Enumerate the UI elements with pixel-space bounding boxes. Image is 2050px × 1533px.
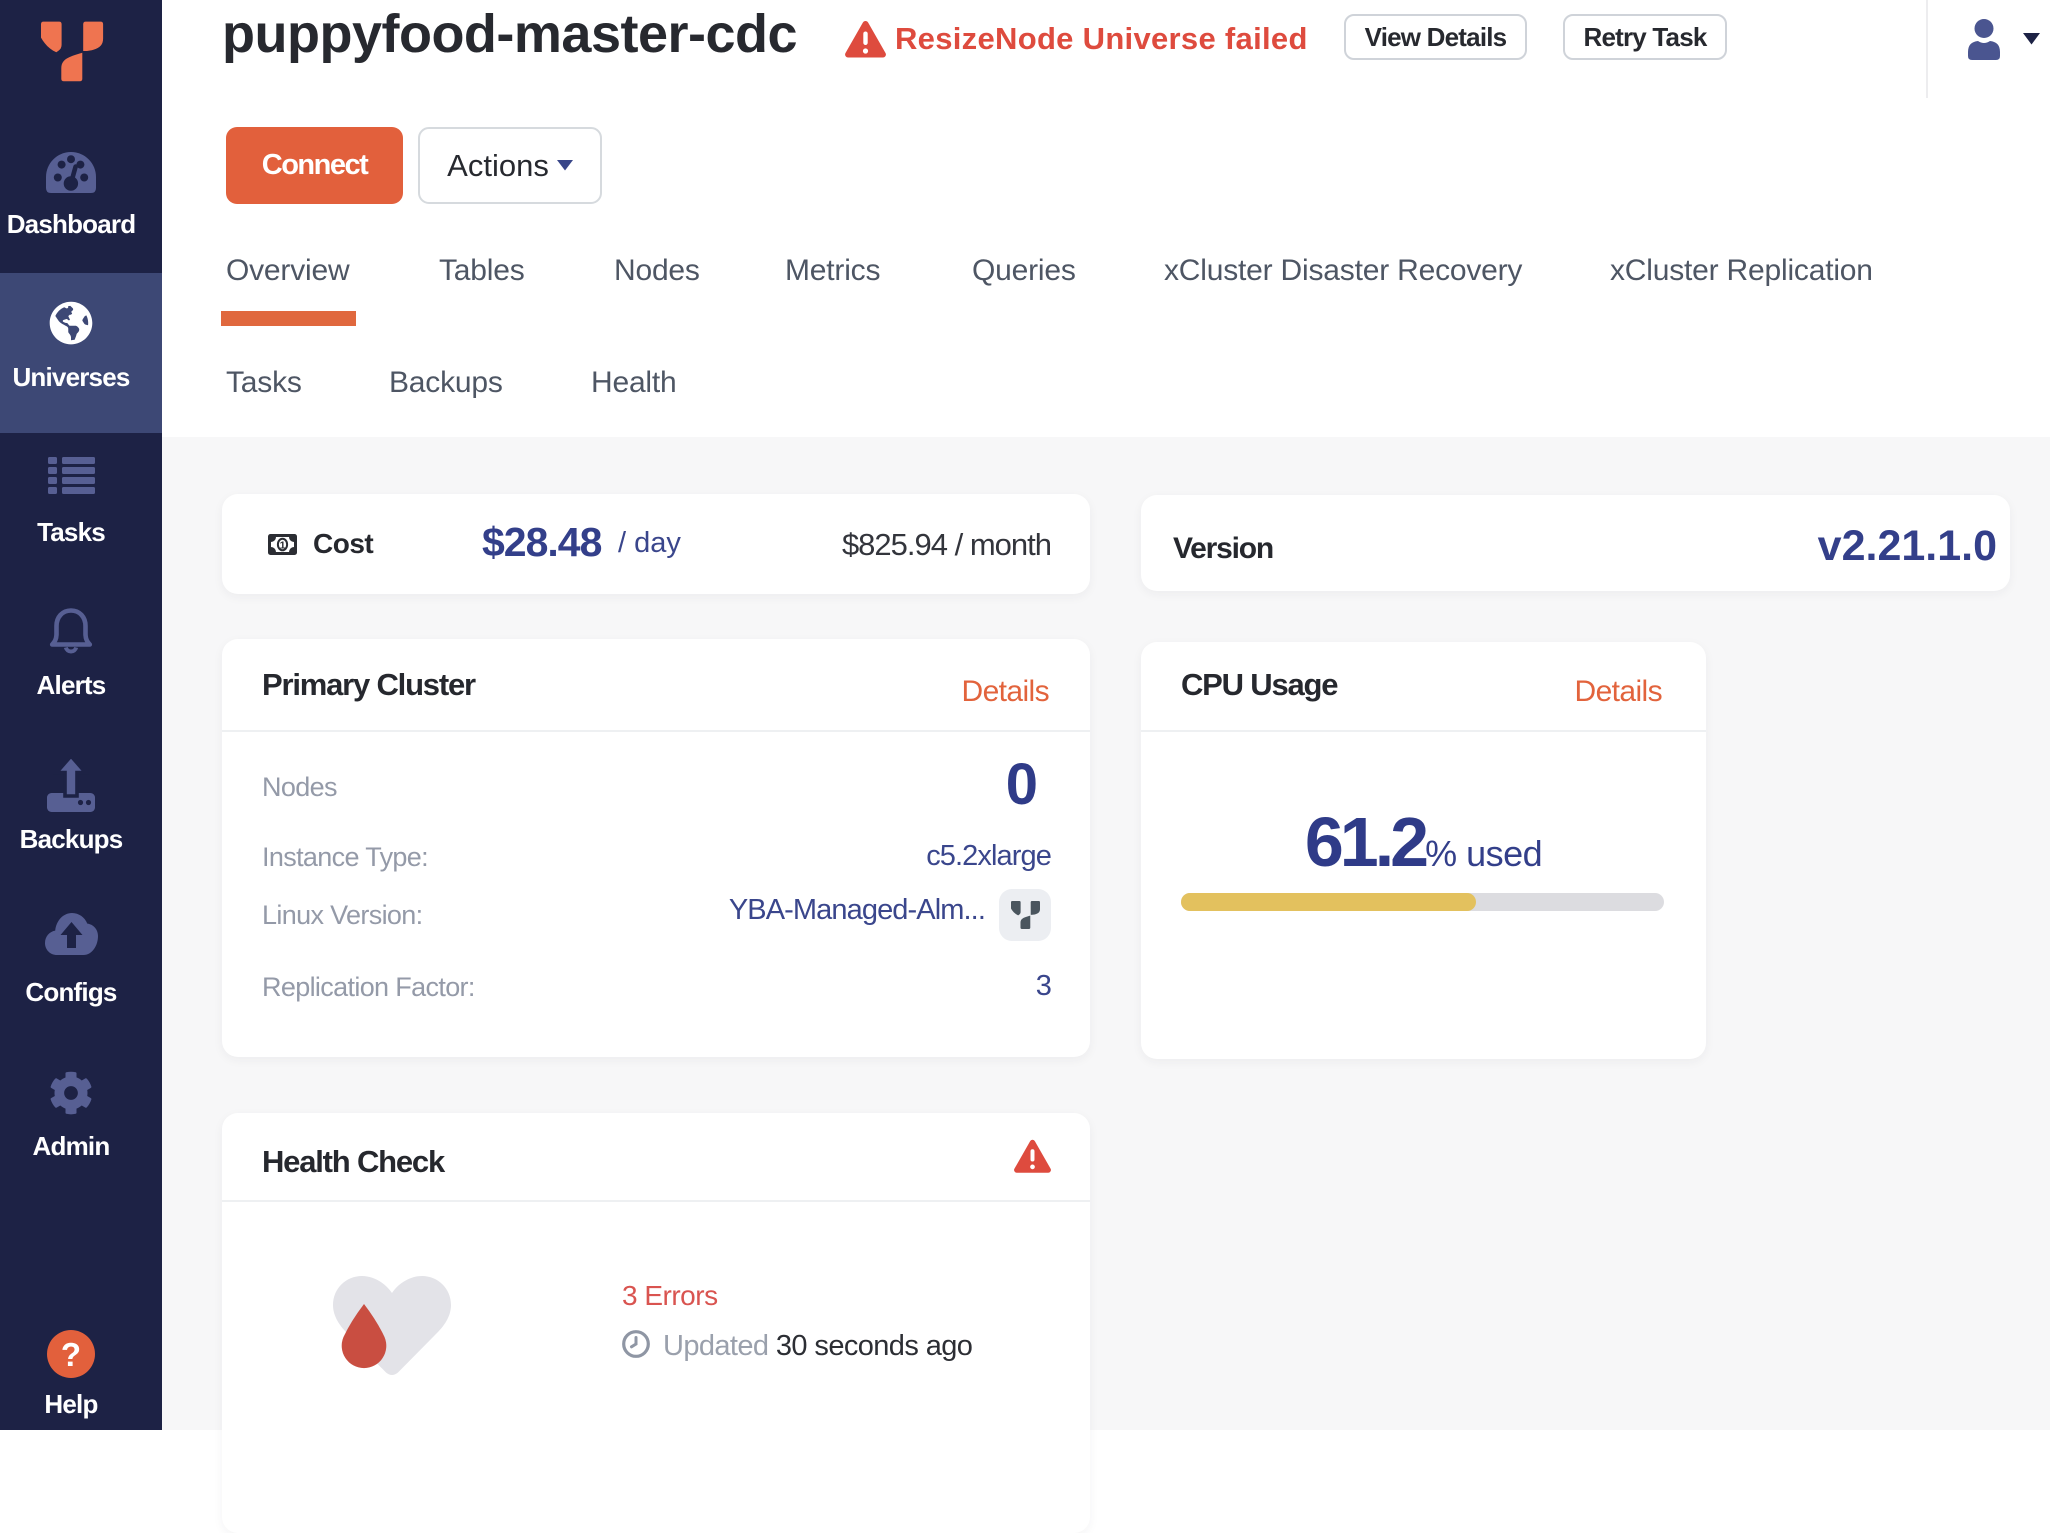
svg-text:1: 1 xyxy=(280,539,286,551)
